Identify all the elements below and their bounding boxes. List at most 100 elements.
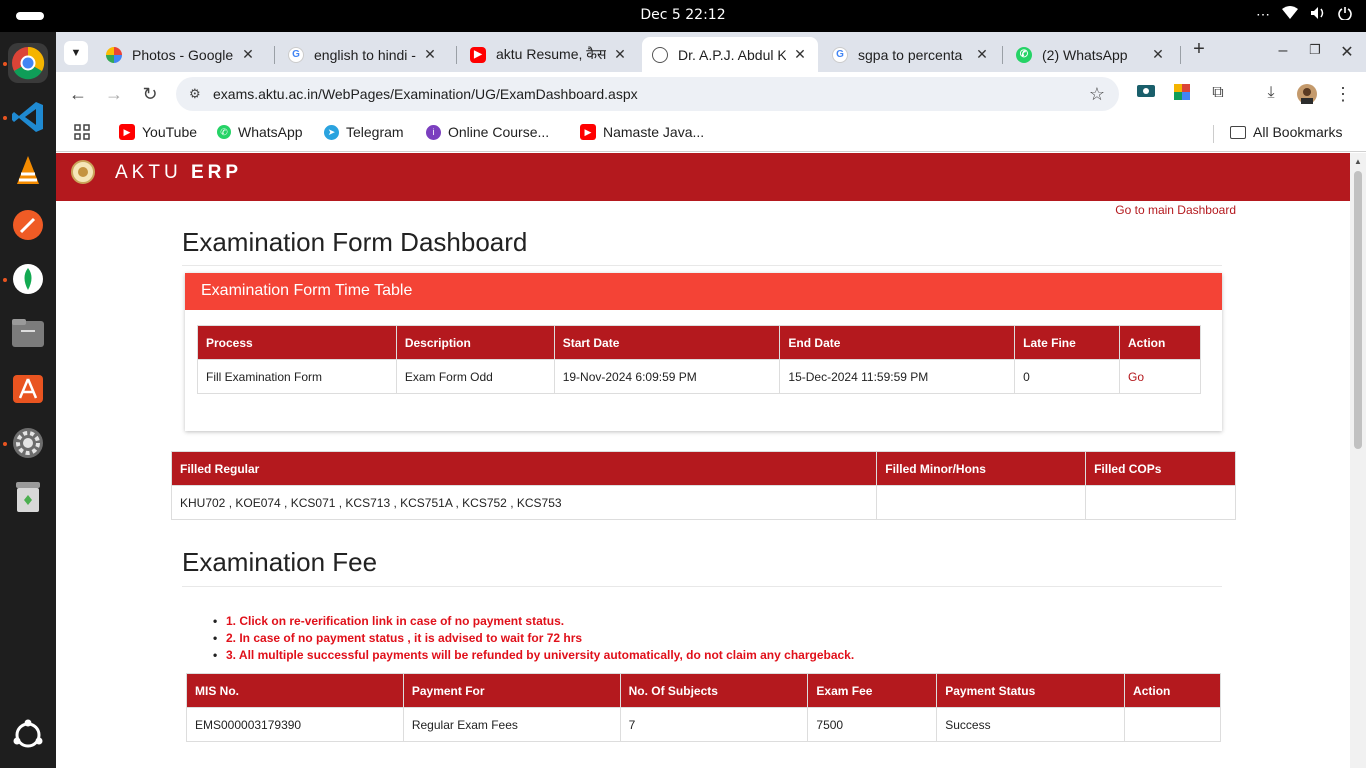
table-cell: Exam Form Odd (395, 359, 555, 394)
bookmark-namaste-java[interactable]: ▶ Namaste Java... (580, 124, 704, 140)
tab-close-icon[interactable]: ✕ (612, 46, 628, 63)
table-cell: KHU702 , KOE074 , KCS071 , KCS713 , KCS7… (170, 485, 878, 520)
menu-kebab-icon[interactable]: ⋮ (1333, 84, 1353, 104)
go-link[interactable]: Go (1128, 370, 1144, 384)
tab-close-icon[interactable]: ✕ (240, 46, 256, 63)
tab-whatsapp[interactable]: ✆ (2) WhatsApp ✕ (1006, 37, 1176, 72)
bookmark-youtube[interactable]: ▶ YouTube (119, 124, 197, 140)
column-header: Action (1119, 325, 1201, 360)
tab-close-icon[interactable]: ✕ (974, 46, 990, 63)
tab-aktu-active[interactable]: Dr. A.P.J. Abdul K ✕ (642, 37, 818, 72)
all-bookmarks-button[interactable]: All Bookmarks (1230, 124, 1342, 140)
tab-sgpa[interactable]: G sgpa to percenta ✕ (822, 37, 1000, 72)
web-page: AKTU ERP Go to main Dashboard Examinatio… (56, 153, 1350, 768)
power-icon (1338, 6, 1352, 23)
column-header: MIS No. (186, 673, 404, 708)
erp-brand[interactable]: AKTU ERP (115, 162, 242, 184)
table-cell (1124, 707, 1221, 742)
column-header: Filled Regular (170, 451, 878, 486)
show-apps-icon[interactable] (8, 715, 48, 755)
system-tray[interactable]: ⋯ (1256, 6, 1352, 23)
google-icon: G (832, 46, 848, 63)
new-tab-button[interactable]: + (1189, 38, 1209, 61)
tab-english-hindi[interactable]: G english to hindi - ✕ (278, 37, 448, 72)
globe-icon (652, 46, 668, 63)
menu-dots-icon[interactable]: ⋯ (1256, 6, 1270, 23)
timetable-panel: Examination Form Time Table Process Desc… (185, 273, 1222, 431)
table-cell: 7500 (807, 707, 938, 742)
clock[interactable]: Dec 5 22:12 (0, 7, 1366, 23)
bookmark-star-icon[interactable]: ☆ (1089, 84, 1105, 105)
app-center-icon[interactable] (8, 367, 48, 407)
tab-label: Dr. A.P.J. Abdul K (678, 46, 786, 63)
extensions-puzzle-icon[interactable]: ⧉ (1208, 84, 1228, 104)
minimize-icon[interactable]: – (1273, 42, 1293, 60)
extension-icon[interactable] (1136, 84, 1156, 104)
column-header: No. Of Subjects (619, 673, 809, 708)
table-row: KHU702 , KOE074 , KCS071 , KCS713 , KCS7… (170, 485, 1236, 520)
running-indicator (3, 62, 7, 66)
table-cell: Go (1119, 359, 1201, 394)
files-icon[interactable] (8, 313, 48, 353)
apps-grid-icon[interactable] (74, 124, 90, 140)
tab-close-icon[interactable]: ✕ (422, 46, 438, 63)
bookmark-label: YouTube (142, 124, 198, 140)
bookmark-whatsapp[interactable]: ✆ WhatsApp (217, 124, 303, 140)
vlc-icon[interactable] (8, 151, 48, 191)
download-icon[interactable]: ⤓ (1261, 84, 1281, 104)
settings-icon[interactable] (8, 423, 48, 463)
color-picker-extension-icon[interactable] (1172, 84, 1192, 104)
postman-icon[interactable] (8, 205, 48, 245)
scrollbar-thumb[interactable] (1354, 171, 1362, 449)
tab-photos[interactable]: Photos - Google ✕ (96, 37, 266, 72)
whatsapp-icon: ✆ (217, 125, 231, 139)
note-item: 1. Click on re-verification link in case… (213, 613, 854, 630)
bookmark-online-course[interactable]: i Online Course... (426, 124, 549, 140)
running-indicator (3, 442, 7, 446)
tab-close-icon[interactable]: ✕ (792, 46, 808, 63)
brand-text-bold: ERP (190, 162, 243, 183)
url-text[interactable]: exams.aktu.ac.in/WebPages/Examination/UG… (213, 86, 638, 102)
tab-aktu-resume[interactable]: ▶ aktu Resume, कैस ✕ (460, 37, 638, 72)
column-header: Exam Fee (807, 673, 938, 708)
aktu-logo[interactable] (71, 160, 95, 184)
whatsapp-icon: ✆ (1016, 46, 1032, 63)
table-cell (1085, 485, 1236, 520)
site-info-icon[interactable]: ⚙ (189, 86, 201, 102)
running-indicator (3, 116, 7, 120)
profile-avatar[interactable] (1297, 84, 1317, 104)
table-cell: 0 (1014, 359, 1121, 394)
navigation-bar: ← → ↻ ⚙ exams.aktu.ac.in/WebPages/Examin… (56, 72, 1366, 116)
bookmark-telegram[interactable]: ➤ Telegram (324, 124, 404, 140)
column-header: Filled COPs (1085, 451, 1236, 486)
table-cell: 7 (619, 707, 809, 742)
column-header: Description (395, 325, 555, 360)
back-icon[interactable]: ← (68, 84, 88, 105)
tab-close-icon[interactable]: ✕ (1150, 46, 1166, 63)
telegram-icon: ➤ (324, 124, 339, 140)
filled-subjects-table: Filled Regular Filled Minor/Hons Filled … (170, 451, 1236, 520)
bookmarks-bar: ▶ YouTube ✆ WhatsApp ➤ Telegram i Online… (56, 116, 1366, 152)
close-window-icon[interactable]: ✕ (1337, 42, 1357, 62)
chrome-icon[interactable] (8, 43, 48, 83)
os-top-bar: Dec 5 22:12 ⋯ (0, 0, 1366, 32)
restore-icon[interactable]: ❐ (1305, 42, 1325, 58)
fee-section-title: Examination Fee (182, 547, 378, 577)
online-course-icon: i (426, 124, 441, 140)
exam-fee-table: MIS No. Payment For No. Of Subjects Exam… (186, 673, 1221, 742)
forward-icon[interactable]: → (104, 84, 124, 105)
payment-notes: 1. Click on re-verification link in case… (213, 613, 854, 664)
page-scrollbar[interactable]: ▲ (1350, 153, 1366, 768)
reload-icon[interactable]: ↻ (140, 84, 160, 105)
main-dashboard-link[interactable]: Go to main Dashboard (1115, 203, 1236, 217)
tab-search-button[interactable]: ▼ (64, 41, 88, 65)
trash-icon[interactable] (8, 477, 48, 517)
vscode-icon[interactable] (8, 97, 48, 137)
mongodb-compass-icon[interactable] (8, 259, 48, 299)
table-cell: Success (936, 707, 1126, 742)
table-cell: Fill Examination Form (197, 359, 397, 394)
address-bar[interactable]: ⚙ exams.aktu.ac.in/WebPages/Examination/… (176, 77, 1119, 111)
table-cell (876, 485, 1087, 520)
column-header: Late Fine (1014, 325, 1121, 360)
scroll-up-arrow-icon[interactable]: ▲ (1354, 157, 1362, 166)
